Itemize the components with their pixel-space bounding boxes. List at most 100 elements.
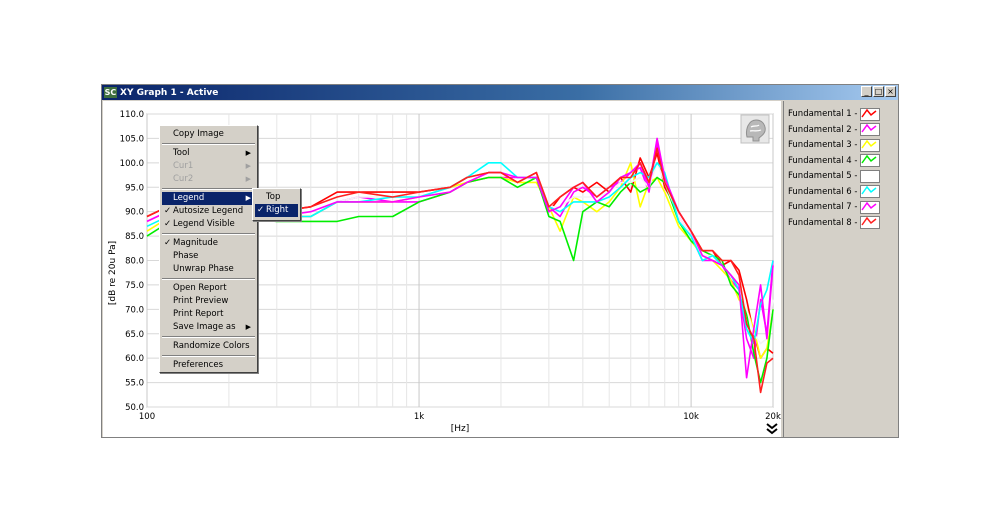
- minimize-button[interactable]: _: [861, 86, 872, 97]
- menu-item-label: Autosize Legend: [173, 206, 244, 216]
- submenu-item-right[interactable]: ✓ Right: [255, 204, 298, 217]
- y-tick-label: 90.0: [125, 208, 144, 218]
- maximize-button[interactable]: □: [873, 86, 884, 97]
- x-tick-label: 1k: [414, 412, 424, 422]
- x-tick-label: 10k: [683, 412, 699, 422]
- legend-label: Fundamental 5 - p: [788, 171, 866, 181]
- legend-swatch: [860, 216, 880, 229]
- x-tick-label: 20k: [765, 412, 781, 422]
- menu-item-cur1[interactable]: Cur1 ▶: [162, 160, 255, 173]
- legend-item[interactable]: Fundamental 1 - p: [788, 107, 880, 121]
- check-icon: ✓: [164, 206, 172, 216]
- y-tick-label: 105.0: [120, 134, 144, 144]
- menu-item-label: Unwrap Phase: [173, 264, 234, 274]
- menu-item-magnitude[interactable]: ✓ Magnitude: [162, 237, 255, 250]
- y-tick-label: 55.0: [125, 379, 144, 389]
- x-tick-label: 100: [139, 412, 155, 422]
- scroll-down-icon[interactable]: [766, 423, 778, 435]
- submenu-arrow-icon: ▶: [245, 194, 251, 202]
- window-title: XY Graph 1 - Active: [120, 87, 219, 98]
- y-tick-label: 80.0: [125, 257, 144, 267]
- menu-item-phase[interactable]: Phase: [162, 250, 255, 263]
- menu-item-unwrap-phase[interactable]: Unwrap Phase: [162, 263, 255, 276]
- menu-item-label: Open Report: [173, 283, 227, 293]
- menu-item-label: Tool: [173, 148, 190, 158]
- menu-item-legend-visible[interactable]: ✓ Legend Visible: [162, 218, 255, 231]
- legend-label: Fundamental 4 - p: [788, 155, 866, 166]
- menu-item-autosize-legend[interactable]: ✓ Autosize Legend: [162, 205, 255, 218]
- menu-item-label: Legend Visible: [173, 219, 235, 229]
- y-tick-label: 70.0: [125, 305, 144, 315]
- close-button[interactable]: ×: [885, 86, 896, 97]
- menu-item-open-report[interactable]: Open Report: [162, 282, 255, 295]
- legend-item[interactable]: Fundamental 5 - p: [788, 169, 880, 183]
- menu-separator: [162, 336, 255, 338]
- submenu-arrow-icon: ▶: [245, 162, 251, 170]
- legend-submenu: Top ✓ Right: [252, 188, 301, 221]
- y-tick-label: 60.0: [125, 354, 144, 364]
- menu-item-label: Magnitude: [173, 238, 219, 248]
- legend-item[interactable]: Fundamental 4 - p: [788, 154, 880, 168]
- menu-item-label: Cur1: [173, 161, 194, 171]
- legend-label: Fundamental 3 - p: [788, 140, 866, 150]
- y-tick-label: 100.0: [120, 159, 144, 169]
- submenu-arrow-icon: ▶: [245, 175, 251, 183]
- submenu-arrow-icon: ▶: [245, 323, 251, 331]
- title-bar[interactable]: SC XY Graph 1 - Active _ □ ×: [102, 85, 898, 100]
- menu-item-randomize-colors[interactable]: Randomize Colors: [162, 340, 255, 353]
- menu-item-label: Print Report: [173, 309, 224, 319]
- check-icon: ✓: [164, 238, 172, 248]
- menu-item-cur2[interactable]: Cur2 ▶: [162, 173, 255, 186]
- context-menu: Copy Image Tool ▶ Cur1 ▶ Cur2 ▶ Legend ▶ ✓ Autosiz…: [159, 125, 258, 373]
- legend-item[interactable]: Fundamental 7 - p: [788, 200, 880, 214]
- check-icon: ✓: [164, 219, 172, 229]
- menu-item-label: Preferences: [173, 360, 223, 370]
- legend-label: Fundamental 2 - p: [788, 124, 866, 135]
- menu-item-preferences[interactable]: Preferences: [162, 359, 255, 372]
- check-icon: ✓: [257, 205, 265, 215]
- submenu-item-top[interactable]: Top: [255, 191, 298, 204]
- y-tick-label: 75.0: [125, 281, 144, 291]
- legend-swatch: [860, 123, 880, 136]
- y-tick-label: 85.0: [125, 232, 144, 242]
- menu-item-label: Save Image as: [173, 322, 236, 332]
- app-icon: SC: [104, 87, 117, 98]
- legend-label: Fundamental 6 - p: [788, 186, 866, 197]
- legend-swatch: [860, 107, 880, 121]
- legend-swatch: [860, 138, 880, 152]
- submenu-item-label: Top: [266, 192, 281, 202]
- menu-separator: [162, 278, 255, 280]
- legend-swatch: [860, 169, 880, 183]
- legend-item[interactable]: Fundamental 2 - p: [788, 123, 880, 137]
- menu-item-label: Print Preview: [173, 296, 229, 306]
- legend-item[interactable]: Fundamental 8 - p: [788, 216, 880, 230]
- legend-panel: Fundamental 1 - p Fundamental 2 - p Fundam…: [783, 101, 898, 437]
- menu-item-print-report[interactable]: Print Report: [162, 308, 255, 321]
- menu-separator: [162, 233, 255, 235]
- y-tick-label: 95.0: [125, 183, 144, 193]
- legend-swatch: [860, 185, 880, 198]
- menu-item-print-preview[interactable]: Print Preview: [162, 295, 255, 308]
- y-tick-label: 110.0: [120, 110, 144, 120]
- menu-item-label: Phase: [173, 251, 199, 261]
- menu-item-label: Randomize Colors: [173, 341, 250, 351]
- menu-separator: [162, 355, 255, 357]
- legend-item[interactable]: Fundamental 3 - p: [788, 138, 880, 152]
- menu-separator: [162, 188, 255, 190]
- submenu-item-label: Right: [266, 205, 289, 215]
- menu-separator: [162, 143, 255, 145]
- menu-item-label: Legend: [173, 193, 205, 203]
- menu-item-copy-image[interactable]: Copy Image: [162, 128, 255, 141]
- legend-label: Fundamental 1 - p: [788, 109, 866, 119]
- legend-item[interactable]: Fundamental 6 - p: [788, 185, 880, 199]
- submenu-arrow-icon: ▶: [245, 149, 251, 157]
- legend-label: Fundamental 7 - p: [788, 202, 866, 212]
- brain-logo-icon: [740, 114, 770, 144]
- menu-item-tool[interactable]: Tool ▶: [162, 147, 255, 160]
- y-axis-label: [dB re 20u Pa]: [108, 241, 118, 305]
- menu-item-label: Copy Image: [173, 129, 224, 139]
- y-tick-label: 65.0: [125, 330, 144, 340]
- x-axis-label: [Hz]: [451, 424, 470, 434]
- menu-item-legend[interactable]: Legend ▶: [162, 192, 255, 205]
- menu-item-save-image-as[interactable]: Save Image as ▶: [162, 321, 255, 334]
